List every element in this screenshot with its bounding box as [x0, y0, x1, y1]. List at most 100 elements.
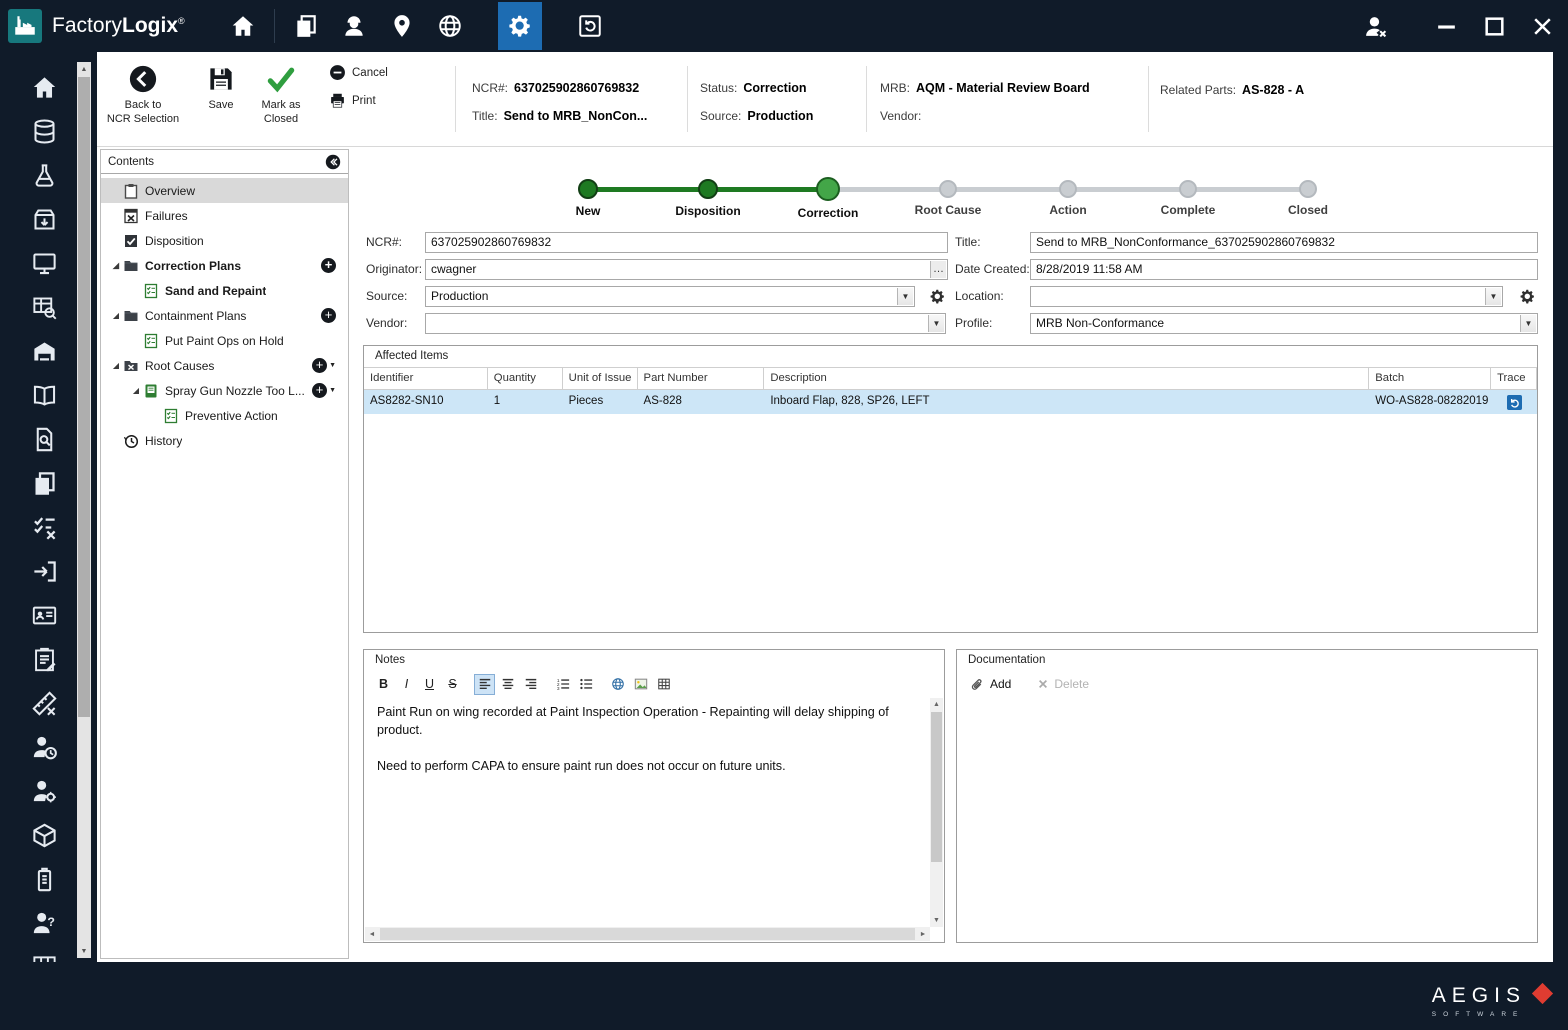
titlebar-undo-box-button[interactable] [568, 2, 612, 50]
rail-box-return-button[interactable] [28, 203, 60, 235]
scroll-down-arrow-icon[interactable]: ▼ [930, 914, 943, 927]
contents-item-put-paint-ops-on-hold[interactable]: Put Paint Ops on Hold [101, 328, 348, 353]
column-header-unit-of-issue[interactable]: Unit of Issue [563, 368, 638, 389]
rail-open-book-button[interactable] [28, 379, 60, 411]
column-header-trace[interactable]: Trace [1491, 368, 1537, 389]
notes-vscroll-thumb[interactable] [931, 712, 942, 862]
notes-align-right-button[interactable] [520, 674, 541, 695]
contents-item-sand-and-repaint[interactable]: Sand and Repaint [101, 278, 348, 303]
contents-item-root-causes[interactable]: ◢ Root Causes + ▼ [101, 353, 348, 378]
expander-icon[interactable]: ◢ [109, 361, 123, 370]
add-containment-plans-button[interactable]: + [321, 308, 336, 323]
rail-clipboard-edit-button[interactable] [28, 643, 60, 675]
notes-align-left-button[interactable] [474, 673, 495, 695]
dropdown-arrow-icon[interactable]: ▼ [1520, 315, 1536, 332]
notes-italic-button[interactable]: I [396, 674, 417, 695]
rail-box-plus-button[interactable] [28, 819, 60, 851]
contents-item-overview[interactable]: Overview [101, 178, 348, 203]
dropdown-arrow-icon[interactable]: ▼ [928, 315, 944, 332]
contents-item-containment-plans[interactable]: ◢ Containment Plans + [101, 303, 348, 328]
notes-globe-link-button[interactable] [607, 674, 628, 695]
table-row[interactable]: AS8282-SN10 1 Pieces AS-828 Inboard Flap, 82… [364, 390, 1537, 414]
add-menu-arrow-icon[interactable]: ▼ [329, 387, 336, 394]
profile-select[interactable]: MRB Non-Conformance ▼ [1030, 313, 1538, 334]
rail-id-card-button[interactable] [28, 599, 60, 631]
step-disposition-dot[interactable] [698, 179, 718, 199]
rail-doc-search-button[interactable] [28, 423, 60, 455]
notes-underline-button[interactable]: U [419, 674, 440, 695]
rail-warehouse-button[interactable] [28, 335, 60, 367]
contents-item-correction-plans[interactable]: ◢ Correction Plans + [101, 253, 348, 278]
mark-as-closed-button[interactable]: Mark as Closed [251, 62, 311, 126]
notes-image-button[interactable] [630, 674, 651, 695]
expander-icon[interactable]: ◢ [129, 386, 143, 395]
column-header-description[interactable]: Description [764, 368, 1370, 389]
column-header-identifier[interactable]: Identifier [364, 368, 488, 389]
rail-table-search-button[interactable] [28, 291, 60, 323]
expander-icon[interactable]: ◢ [109, 311, 123, 320]
dropdown-arrow-icon[interactable]: ▼ [1485, 288, 1501, 305]
contents-item-spray-gun-nozzle-too-l[interactable]: ◢ Spray Gun Nozzle Too L... + ▼ [101, 378, 348, 403]
contents-item-disposition[interactable]: Disposition [101, 228, 348, 253]
rail-ruler-cross-button[interactable] [28, 687, 60, 719]
step-closed-dot[interactable] [1299, 180, 1317, 198]
rail-scrollbar[interactable]: ▲ ▼ [77, 62, 91, 958]
originator-browse-button[interactable]: … [930, 261, 946, 278]
titlebar-globe-button[interactable] [428, 2, 472, 50]
dropdown-arrow-icon[interactable]: ▼ [897, 288, 913, 305]
date-created-input[interactable]: 8/28/2019 11:58 AM [1030, 259, 1538, 280]
column-header-quantity[interactable]: Quantity [488, 368, 563, 389]
maximize-button[interactable] [1472, 2, 1516, 50]
step-correction-dot[interactable] [816, 177, 840, 201]
cancel-button[interactable]: Cancel [329, 64, 388, 81]
rail-grid-button[interactable] [28, 951, 60, 962]
rail-house-button[interactable] [28, 71, 60, 103]
rail-monitor-button[interactable] [28, 247, 60, 279]
print-button[interactable]: Print [329, 92, 388, 109]
rail-doc-battery-button[interactable] [28, 863, 60, 895]
contents-item-history[interactable]: History [101, 428, 348, 453]
documentation-delete-button[interactable]: Delete [1037, 677, 1089, 691]
step-action-dot[interactable] [1059, 180, 1077, 198]
originator-input[interactable]: cwagner… [425, 259, 948, 280]
documentation-add-button[interactable]: Add [970, 677, 1011, 692]
source-settings-gear-button[interactable] [929, 288, 946, 305]
titlebar-home-button[interactable] [221, 2, 265, 50]
user-signout-button[interactable] [1353, 2, 1397, 50]
step-new-dot[interactable] [578, 179, 598, 199]
rail-pages-button[interactable] [28, 467, 60, 499]
vendor-select[interactable]: ▼ [425, 313, 946, 334]
rail-person-clock-button[interactable] [28, 731, 60, 763]
location-select[interactable]: ▼ [1030, 286, 1503, 307]
save-button[interactable]: Save [199, 62, 243, 112]
scroll-up-arrow-icon[interactable]: ▲ [930, 698, 943, 711]
rail-scrollbar-thumb[interactable] [78, 77, 90, 717]
minimize-button[interactable] [1424, 2, 1468, 50]
notes-num-list-button[interactable]: 123 [552, 674, 573, 695]
rail-arrow-export-button[interactable] [28, 555, 60, 587]
notes-strikethrough-button[interactable]: S [442, 674, 463, 695]
title-input[interactable]: Send to MRB_NonConformance_6370259028607… [1030, 232, 1538, 253]
collapse-panel-icon[interactable] [325, 154, 341, 170]
rail-flask-button[interactable] [28, 159, 60, 191]
titlebar-pages-button[interactable] [284, 2, 328, 50]
add-root-causes-button[interactable]: + [312, 358, 328, 373]
column-header-part-number[interactable]: Part Number [638, 368, 765, 389]
rail-checklist-x-button[interactable] [28, 511, 60, 543]
notes-vertical-scrollbar[interactable]: ▲ ▼ [930, 698, 943, 927]
close-button[interactable] [1520, 2, 1564, 50]
scroll-down-arrow-icon[interactable]: ▼ [77, 944, 91, 958]
notes-table-grid-button[interactable] [653, 674, 674, 695]
contents-item-failures[interactable]: Failures [101, 203, 348, 228]
scroll-right-arrow-icon[interactable]: ► [916, 927, 930, 941]
ncr-input[interactable]: 637025902860769832 [425, 232, 948, 253]
rail-person-gear-button[interactable] [28, 775, 60, 807]
notes-align-center-button[interactable] [497, 674, 518, 695]
rail-person-question-button[interactable]: ? [28, 907, 60, 939]
location-settings-gear-button[interactable] [1519, 288, 1536, 305]
back-to-ncr-selection-button[interactable]: Back to NCR Selection [104, 62, 182, 126]
notes-horizontal-scrollbar[interactable]: ◄ ► [365, 927, 930, 941]
titlebar-gear-button[interactable] [497, 2, 542, 50]
column-header-batch[interactable]: Batch [1369, 368, 1492, 389]
contents-item-preventive-action[interactable]: Preventive Action [101, 403, 348, 428]
